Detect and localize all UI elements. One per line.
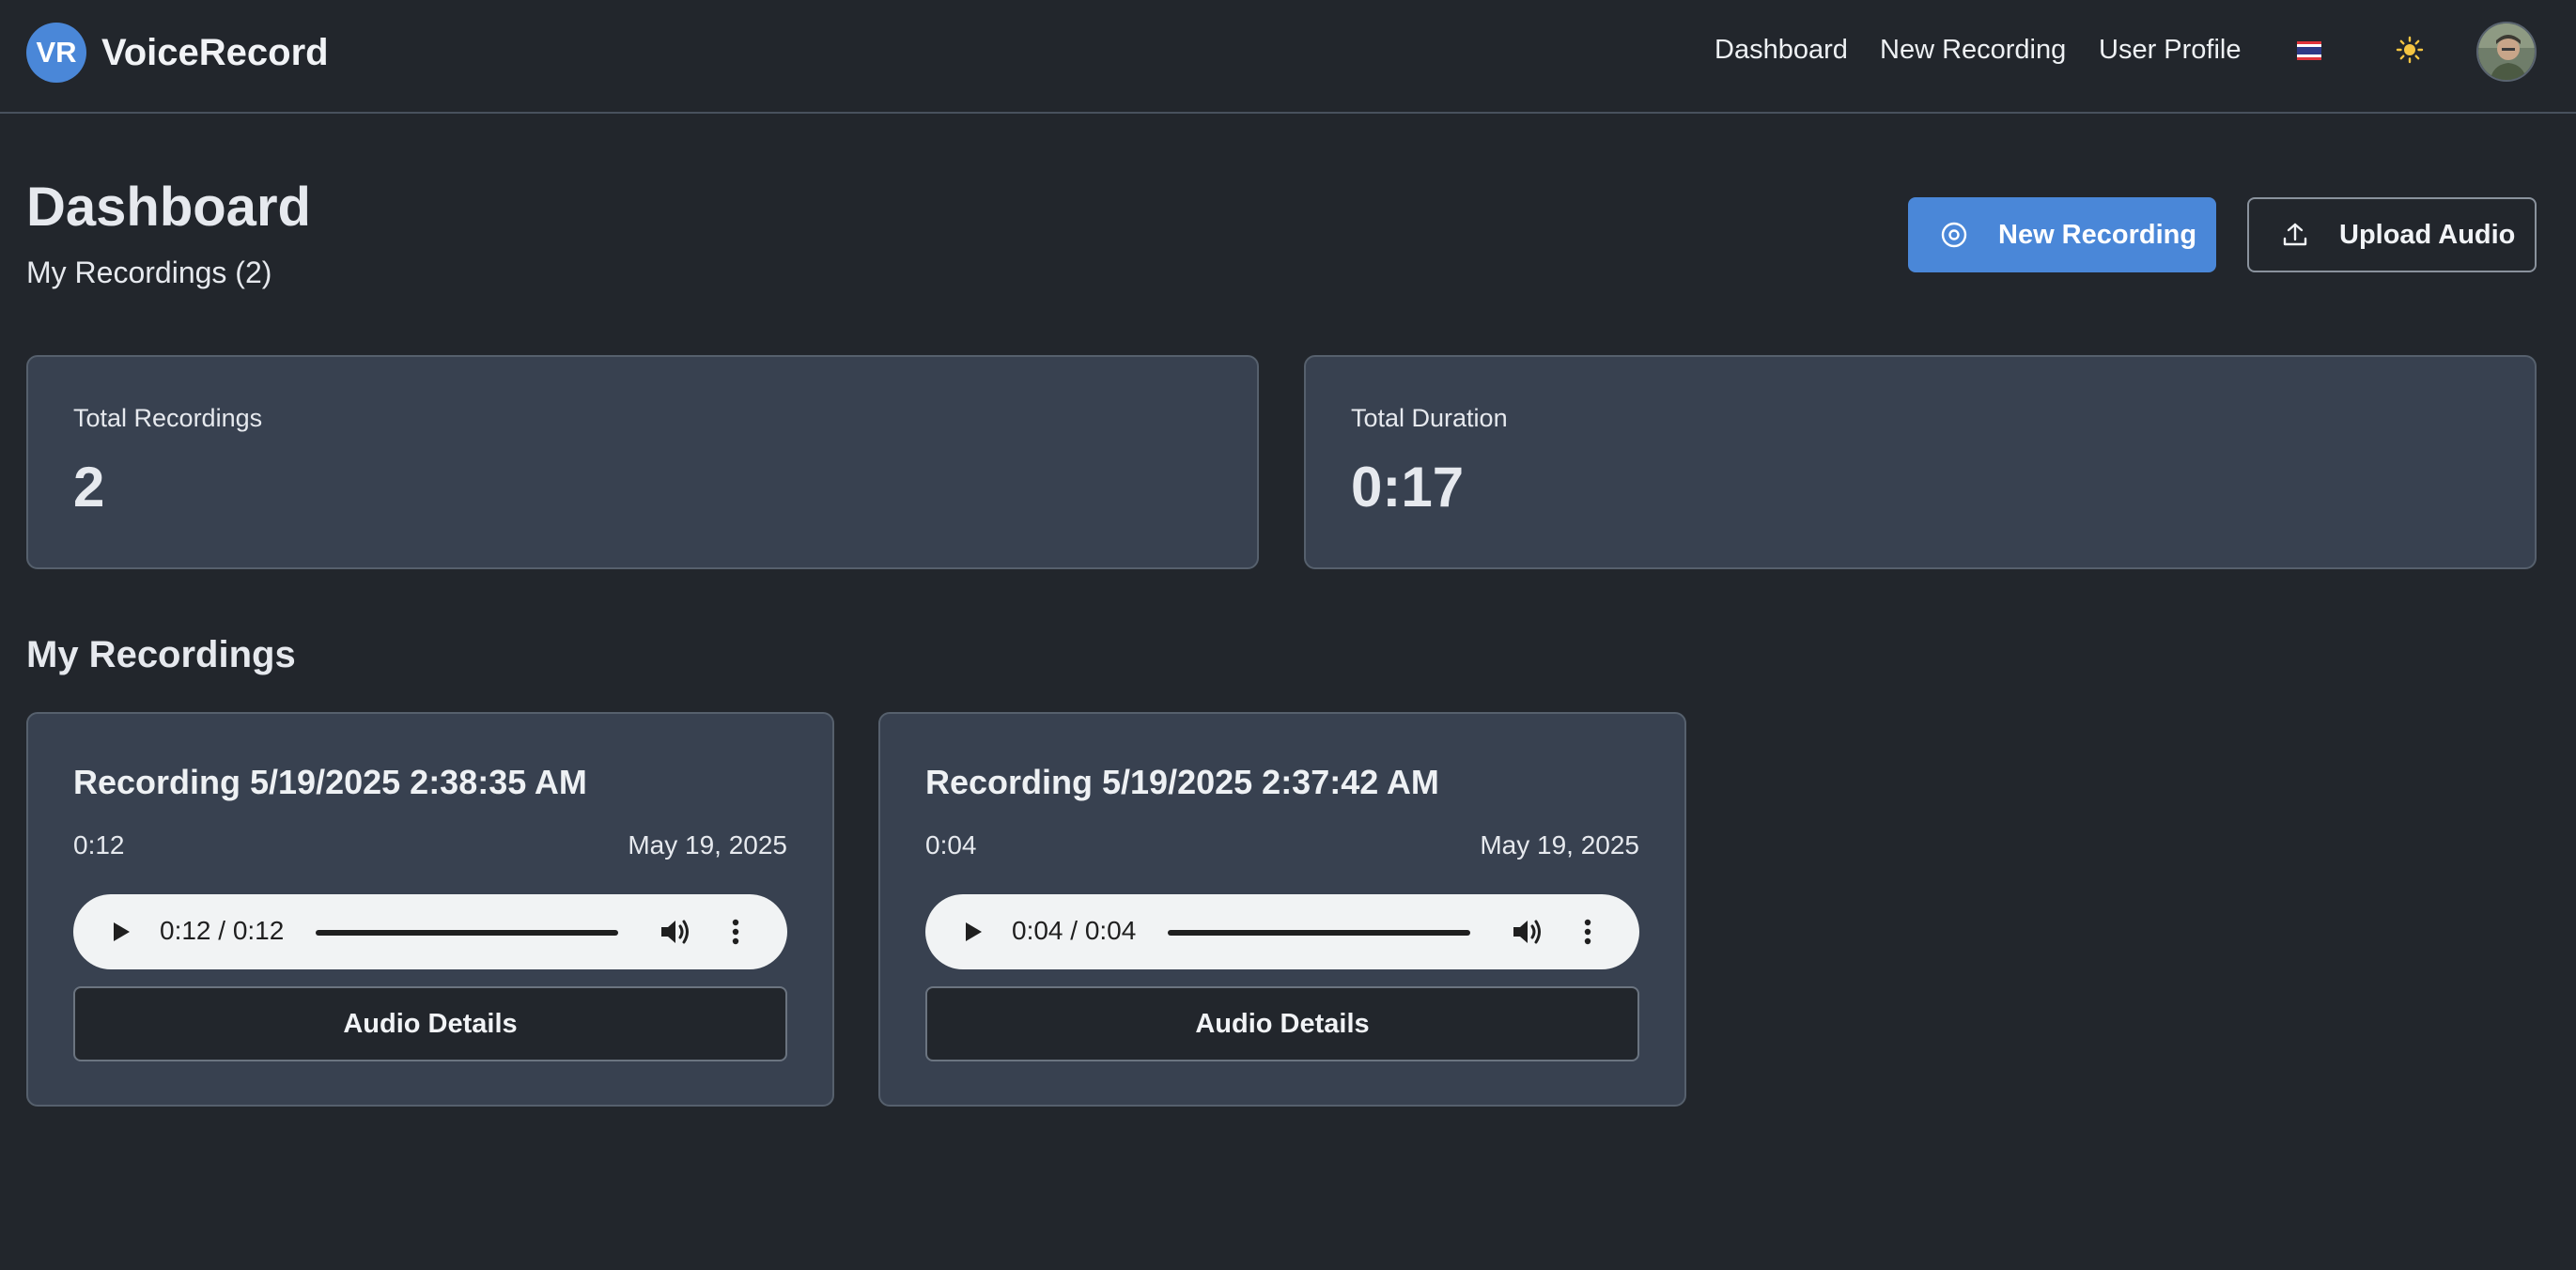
record-icon — [1938, 219, 1970, 251]
stat-label: Total Duration — [1351, 404, 1508, 432]
nav-link-new-recording[interactable]: New Recording — [1880, 35, 2066, 66]
upload-audio-button-label: Upload Audio — [2339, 219, 2516, 250]
recording-date: May 19, 2025 — [1480, 830, 1639, 860]
recording-title: Recording 5/19/2025 2:38:35 AM — [73, 763, 587, 801]
volume-icon[interactable] — [658, 915, 693, 949]
page-title: Dashboard — [26, 177, 311, 238]
section-title: My Recordings — [26, 634, 296, 675]
player-time: 0:04 / 0:04 — [1012, 916, 1137, 945]
nav-link-user-profile[interactable]: User Profile — [2099, 35, 2242, 66]
upload-icon — [2279, 219, 2311, 251]
audio-details-button[interactable]: Audio Details — [925, 986, 1639, 1061]
seek-bar[interactable] — [1168, 930, 1470, 936]
new-recording-button-label: New Recording — [1998, 219, 2197, 250]
play-icon[interactable] — [107, 917, 135, 947]
recording-duration: 0:04 — [925, 830, 977, 860]
top-navbar: VR VoiceRecord Dashboard New Recording U… — [0, 0, 2576, 114]
thai-flag-icon[interactable] — [2297, 41, 2321, 60]
more-options-icon[interactable] — [731, 915, 740, 949]
upload-audio-button[interactable]: Upload Audio — [2247, 197, 2537, 272]
page-subtitle: My Recordings (2) — [26, 256, 272, 289]
audio-details-button[interactable]: Audio Details — [73, 986, 787, 1061]
audio-player: 0:04 / 0:04 — [925, 894, 1639, 969]
stat-value: 0:17 — [1351, 456, 1465, 519]
more-options-icon[interactable] — [1583, 915, 1592, 949]
player-time: 0:12 / 0:12 — [160, 916, 285, 945]
play-icon[interactable] — [959, 917, 987, 947]
audio-player: 0:12 / 0:12 — [73, 894, 787, 969]
nav-link-dashboard[interactable]: Dashboard — [1715, 35, 1848, 66]
seek-bar[interactable] — [316, 930, 618, 936]
new-recording-button[interactable]: New Recording — [1908, 197, 2216, 272]
sun-icon[interactable] — [2394, 34, 2426, 66]
recording-card: Recording 5/19/2025 2:37:42 AM 0:04 May … — [878, 712, 1686, 1107]
stat-card-total-recordings: Total Recordings 2 — [26, 355, 1259, 569]
recording-card: Recording 5/19/2025 2:38:35 AM 0:12 May … — [26, 712, 834, 1107]
stat-value: 2 — [73, 456, 105, 519]
stat-label: Total Recordings — [73, 404, 263, 432]
brand-name: VoiceRecord — [101, 31, 329, 73]
brand-logo: VR — [26, 23, 86, 83]
user-avatar[interactable] — [2476, 22, 2537, 82]
volume-icon[interactable] — [1510, 915, 1545, 949]
recording-date: May 19, 2025 — [628, 830, 787, 860]
recording-title: Recording 5/19/2025 2:37:42 AM — [925, 763, 1439, 801]
stat-card-total-duration: Total Duration 0:17 — [1304, 355, 2537, 569]
recording-duration: 0:12 — [73, 830, 125, 860]
brand[interactable]: VR VoiceRecord — [26, 22, 329, 84]
